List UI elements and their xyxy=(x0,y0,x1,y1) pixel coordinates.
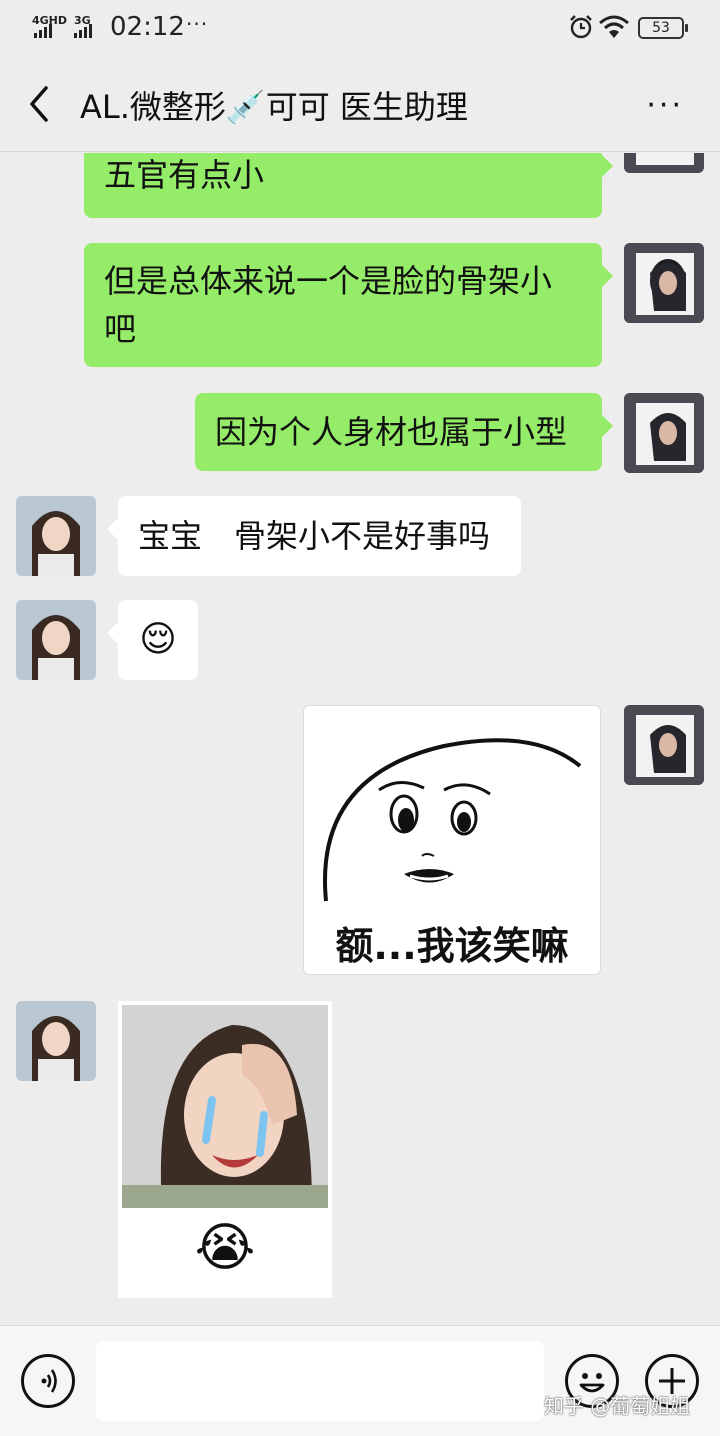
my-avatar[interactable] xyxy=(624,243,704,323)
message-text: 五官有点小 xyxy=(104,156,265,194)
emoji-relieved: 😌 xyxy=(139,619,177,660)
wifi-icon xyxy=(599,15,629,38)
message-bubble-mine[interactable]: 但是总体来说一个是脸的骨架小吧 xyxy=(84,243,613,367)
message-text: 但是总体来说一个是脸的骨架小吧 xyxy=(104,262,553,348)
sticker-message[interactable]: 额...我该笑嘛 xyxy=(303,705,601,975)
sticker-caption: 额...我该笑嘛 xyxy=(335,924,569,968)
notification-dots: ··· xyxy=(186,12,209,36)
message-bubble-contact[interactable]: 宝宝 骨架小不是好事吗 xyxy=(107,496,521,576)
watermark: 知乎 @葡萄姐姐 xyxy=(544,1394,691,1418)
message-list[interactable]: 五官有点小 但是总体来说一个是脸的骨架小吧 因为个人身材也属于小型 宝宝 骨架小… xyxy=(0,153,720,1325)
message-bubble-mine[interactable]: 因为个人身材也属于小型 xyxy=(195,393,613,471)
chevron-left-icon[interactable] xyxy=(24,84,56,124)
chat-header: AL.微整形💉可可 医生助理 ··· xyxy=(0,56,720,152)
signal-icon xyxy=(34,24,52,38)
my-avatar[interactable] xyxy=(624,705,704,785)
message-input[interactable] xyxy=(96,1341,544,1421)
alarm-icon xyxy=(570,15,592,39)
contact-avatar[interactable] xyxy=(16,1001,96,1081)
contact-avatar[interactable] xyxy=(16,496,96,576)
status-bar: 4GHD 3G 02:12 ··· 53 xyxy=(0,0,720,56)
more-options-button[interactable]: ··· xyxy=(646,88,684,123)
message-text: 宝宝 骨架小不是好事吗 xyxy=(138,517,491,555)
battery-indicator: 53 xyxy=(638,17,688,39)
meme-face-drawing xyxy=(323,738,582,902)
voice-icon xyxy=(41,1369,57,1393)
message-text: 因为个人身材也属于小型 xyxy=(215,413,568,451)
sticker-photo xyxy=(122,1005,328,1208)
signal-icon-2 xyxy=(74,24,92,38)
contact-avatar[interactable] xyxy=(16,600,96,680)
sticker-message[interactable]: 😭 xyxy=(118,1001,332,1298)
chat-title: AL.微整形💉可可 医生助理 xyxy=(80,88,468,126)
input-bar xyxy=(0,1325,720,1436)
message-bubble-mine[interactable]: 五官有点小 xyxy=(84,153,613,218)
sticker-emoji: 😭 xyxy=(194,1218,256,1278)
my-avatar[interactable] xyxy=(624,393,704,473)
voice-input-button[interactable] xyxy=(21,1354,75,1408)
clock: 02:12 xyxy=(110,12,185,42)
my-avatar[interactable] xyxy=(624,153,704,173)
message-bubble-contact[interactable]: 😌 xyxy=(107,600,198,680)
